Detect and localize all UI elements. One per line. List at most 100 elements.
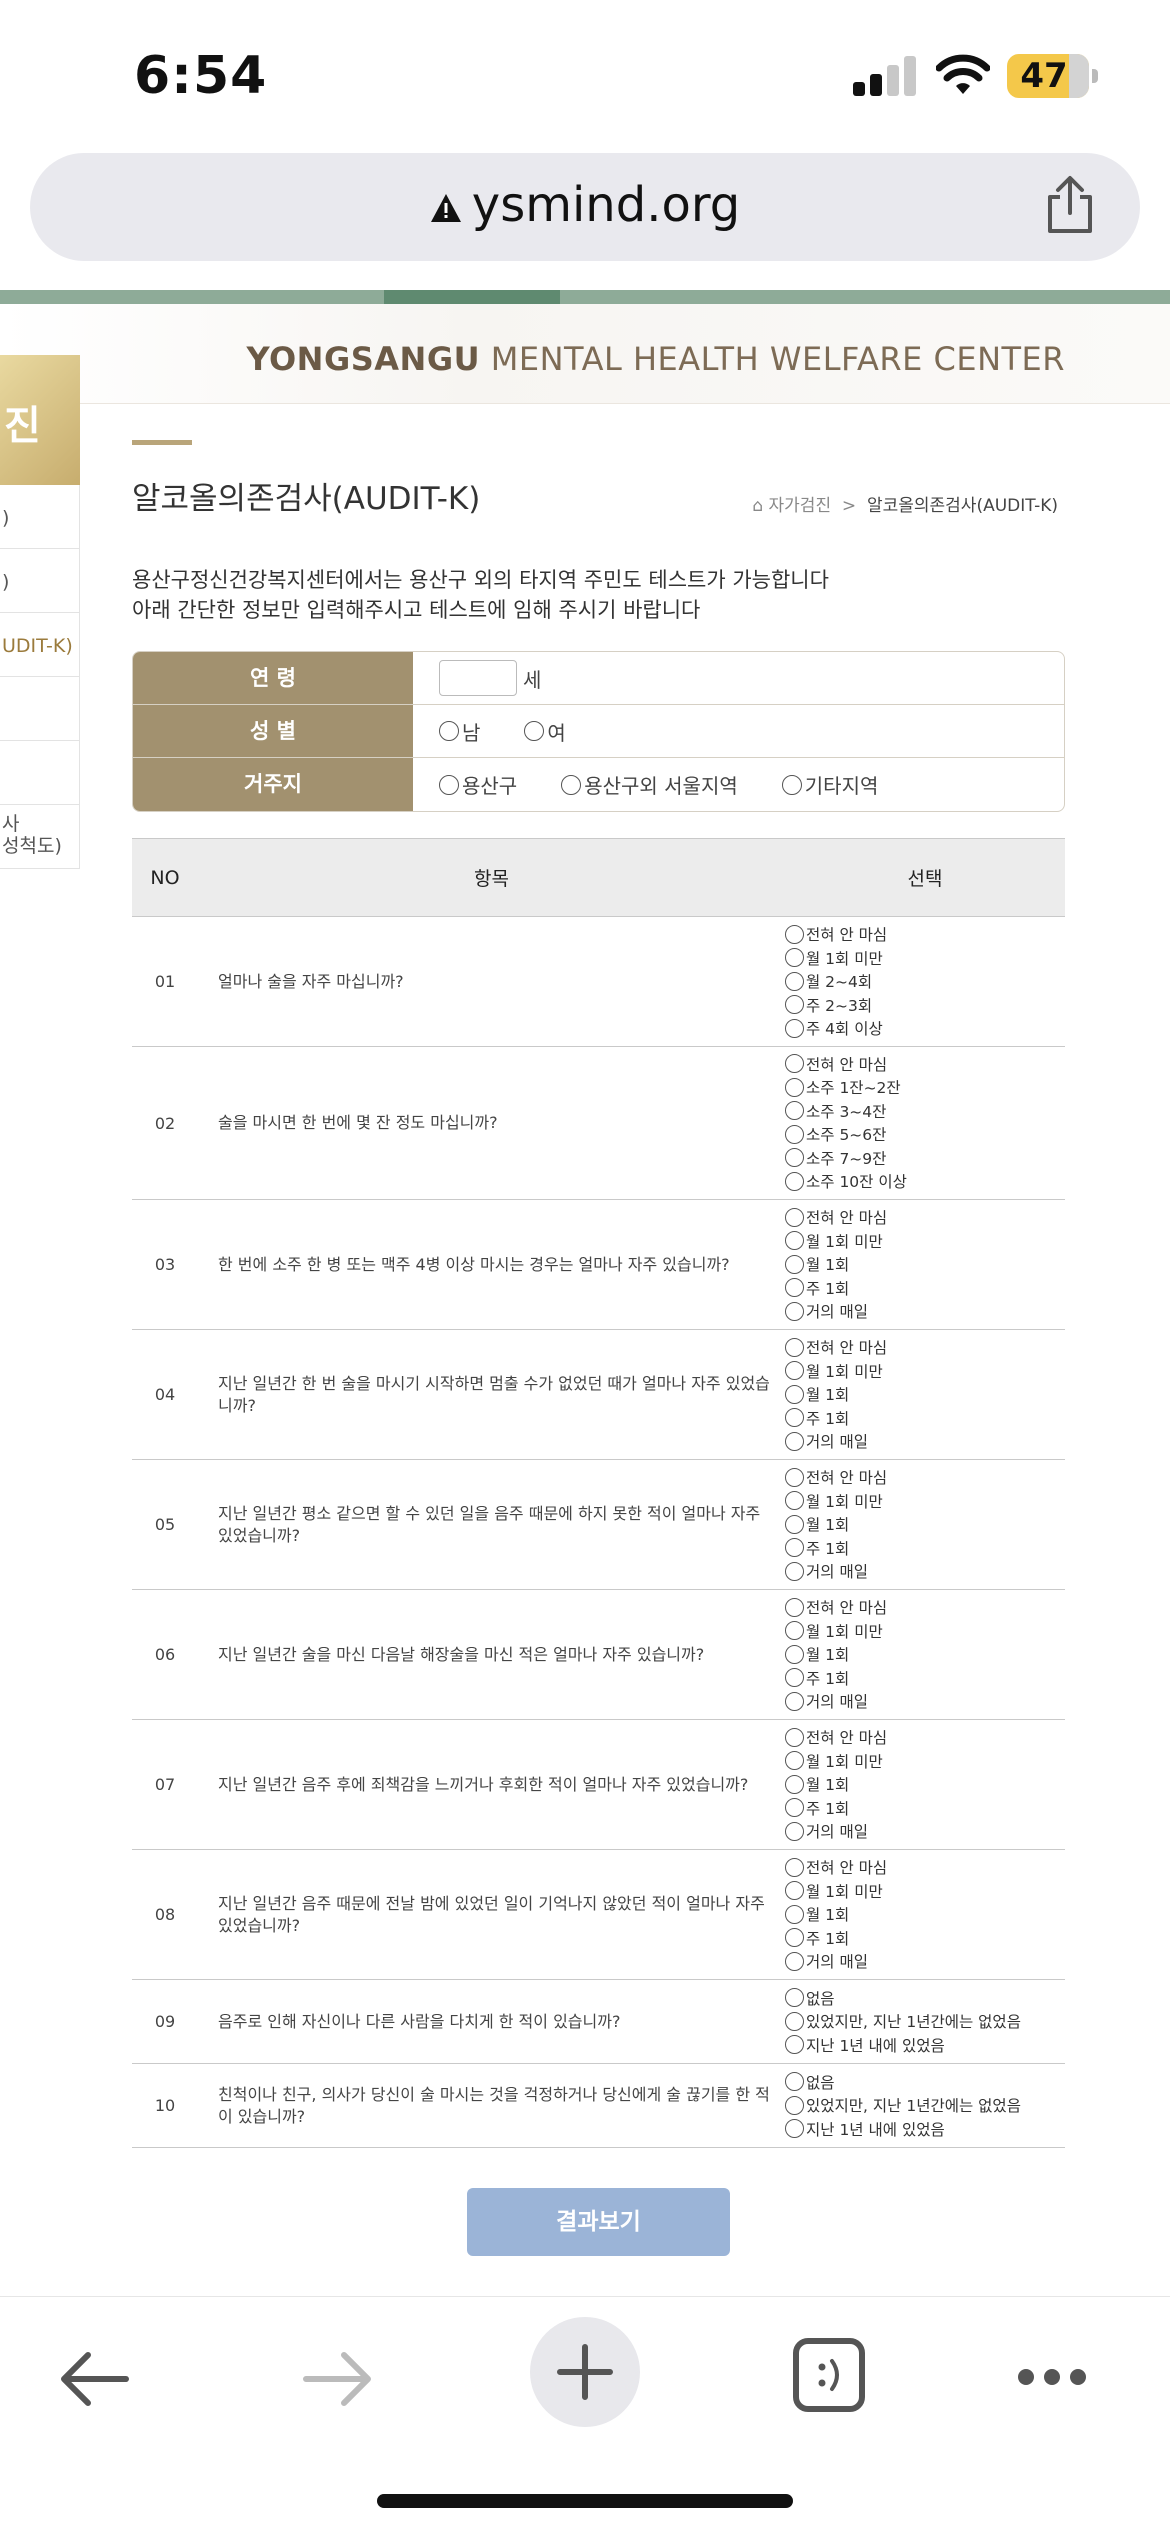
sidebar-item-active[interactable]: UDIT-K) (0, 613, 80, 677)
radio-button[interactable] (785, 1171, 804, 1191)
answer-option[interactable]: 소주 7~9잔 (785, 1146, 1065, 1170)
answer-option[interactable]: 소주 1잔~2잔 (785, 1076, 1065, 1100)
sidebar-item[interactable]: ) (0, 549, 80, 613)
radio-button[interactable] (439, 721, 459, 741)
answer-option[interactable]: 주 1회 (785, 1276, 1065, 1300)
radio-button[interactable] (785, 1384, 804, 1404)
radio-button[interactable] (785, 1751, 804, 1770)
radio-button[interactable] (781, 774, 802, 795)
radio-button[interactable] (785, 1077, 804, 1097)
answer-option[interactable]: 없음 (785, 1986, 1065, 2010)
radio-button[interactable] (785, 995, 804, 1014)
radio-button[interactable] (785, 1491, 804, 1510)
radio-button[interactable] (785, 1821, 804, 1841)
answer-option[interactable]: 전혀 안 마심 (785, 1595, 1065, 1619)
answer-option[interactable]: 거의 매일 (785, 1819, 1065, 1843)
radio-button[interactable] (785, 1561, 804, 1581)
radio-button[interactable] (561, 774, 582, 795)
address-bar[interactable]: ysmind.org (30, 153, 1140, 261)
answer-option[interactable]: 소주 10잔 이상 (785, 1170, 1065, 1194)
sidebar-item[interactable] (0, 741, 80, 805)
answer-option[interactable]: 없음 (785, 2070, 1065, 2094)
answer-option[interactable]: 거의 매일 (785, 1429, 1065, 1453)
radio-button[interactable] (785, 1904, 804, 1924)
radio-button[interactable] (785, 1514, 804, 1534)
radio-button[interactable] (524, 721, 545, 741)
answer-option[interactable]: 월 1회 (785, 1902, 1065, 1926)
radio-button[interactable] (785, 2035, 804, 2054)
radio-button[interactable] (785, 1231, 804, 1250)
answer-option[interactable]: 지난 1년 내에 있었음 (785, 2117, 1065, 2141)
radio-button[interactable] (785, 1798, 804, 1817)
radio-button[interactable] (785, 1597, 804, 1617)
answer-option[interactable]: 월 1회 미만 (785, 1489, 1065, 1513)
answer-option[interactable]: 거의 매일 (785, 1689, 1065, 1713)
answer-option[interactable]: 전혀 안 마심 (785, 1052, 1065, 1076)
radio-button[interactable] (785, 1337, 804, 1357)
new-tab-button[interactable] (530, 2317, 640, 2427)
site-brand[interactable]: YONGSANGU MENTAL HEALTH WELFARE CENTER (246, 340, 1065, 378)
answer-option[interactable]: 월 1회 (785, 1252, 1065, 1276)
back-arrow-icon[interactable] (58, 2349, 130, 2409)
radio-button[interactable] (785, 1881, 804, 1900)
answer-option[interactable]: 주 1회 (785, 1926, 1065, 1950)
residence-option-yongsan[interactable]: 용산구 (439, 770, 517, 799)
radio-button[interactable] (785, 924, 804, 944)
answer-option[interactable]: 월 1회 (785, 1772, 1065, 1796)
answer-option[interactable]: 거의 매일 (785, 1949, 1065, 1973)
radio-button[interactable] (785, 1301, 804, 1321)
radio-button[interactable] (785, 1124, 804, 1144)
radio-button[interactable] (785, 1018, 804, 1038)
answer-option[interactable]: 전혀 안 마심 (785, 1855, 1065, 1879)
radio-button[interactable] (785, 1207, 804, 1227)
residence-option-other[interactable]: 기타지역 (781, 770, 878, 799)
answer-option[interactable]: 월 1회 (785, 1642, 1065, 1666)
answer-option[interactable]: 지난 1년 내에 있었음 (785, 2033, 1065, 2057)
answer-option[interactable]: 월 1회 미만 (785, 1229, 1065, 1253)
answer-option[interactable]: 월 1회 (785, 1512, 1065, 1536)
answer-option[interactable]: 주 1회 (785, 1666, 1065, 1690)
radio-button[interactable] (785, 2011, 804, 2031)
radio-button[interactable] (785, 1727, 804, 1747)
answer-option[interactable]: 있었지만, 지난 1년간에는 없었음 (785, 2009, 1065, 2033)
radio-button[interactable] (785, 971, 804, 991)
age-input[interactable] (439, 660, 517, 696)
answer-option[interactable]: 전혀 안 마심 (785, 1465, 1065, 1489)
radio-button[interactable] (785, 1857, 804, 1877)
forward-arrow-icon[interactable] (302, 2349, 374, 2409)
radio-button[interactable] (785, 1431, 804, 1451)
answer-option[interactable]: 전혀 안 마심 (785, 1725, 1065, 1749)
radio-button[interactable] (785, 1928, 804, 1947)
radio-button[interactable] (785, 948, 804, 967)
radio-button[interactable] (785, 1668, 804, 1687)
answer-option[interactable]: 주 1회 (785, 1536, 1065, 1560)
radio-button[interactable] (785, 1361, 804, 1380)
radio-button[interactable] (785, 1148, 804, 1168)
sidebar-item[interactable] (0, 677, 80, 741)
radio-button[interactable] (785, 1408, 804, 1427)
radio-button[interactable] (785, 1101, 804, 1121)
answer-option[interactable]: 있었지만, 지난 1년간에는 없었음 (785, 2093, 1065, 2117)
answer-option[interactable]: 주 2~3회 (785, 993, 1065, 1017)
share-icon[interactable] (1042, 175, 1098, 235)
answer-option[interactable]: 소주 5~6잔 (785, 1123, 1065, 1147)
radio-button[interactable] (785, 1538, 804, 1557)
answer-option[interactable]: 월 1회 미만 (785, 1619, 1065, 1643)
gender-option-male[interactable]: 남 (439, 717, 480, 746)
radio-button[interactable] (785, 1278, 804, 1297)
answer-option[interactable]: 소주 3~4잔 (785, 1099, 1065, 1123)
answer-option[interactable]: 주 4회 이상 (785, 1016, 1065, 1040)
sidebar-item[interactable]: 사 성척도) (0, 805, 80, 869)
breadcrumb-parent[interactable]: 자가검진 (769, 496, 832, 516)
radio-button[interactable] (785, 1774, 804, 1794)
home-icon[interactable]: ⌂ (752, 496, 763, 516)
residence-option-seoul[interactable]: 용산구외 서울지역 (561, 770, 738, 799)
radio-button[interactable] (785, 2119, 804, 2138)
answer-option[interactable]: 월 1회 (785, 1382, 1065, 1406)
radio-button[interactable] (785, 1621, 804, 1640)
radio-button[interactable] (785, 1691, 804, 1711)
answer-option[interactable]: 주 1회 (785, 1406, 1065, 1430)
answer-option[interactable]: 전혀 안 마심 (785, 1205, 1065, 1229)
radio-button[interactable] (785, 1054, 804, 1074)
gender-option-female[interactable]: 여 (524, 717, 566, 746)
